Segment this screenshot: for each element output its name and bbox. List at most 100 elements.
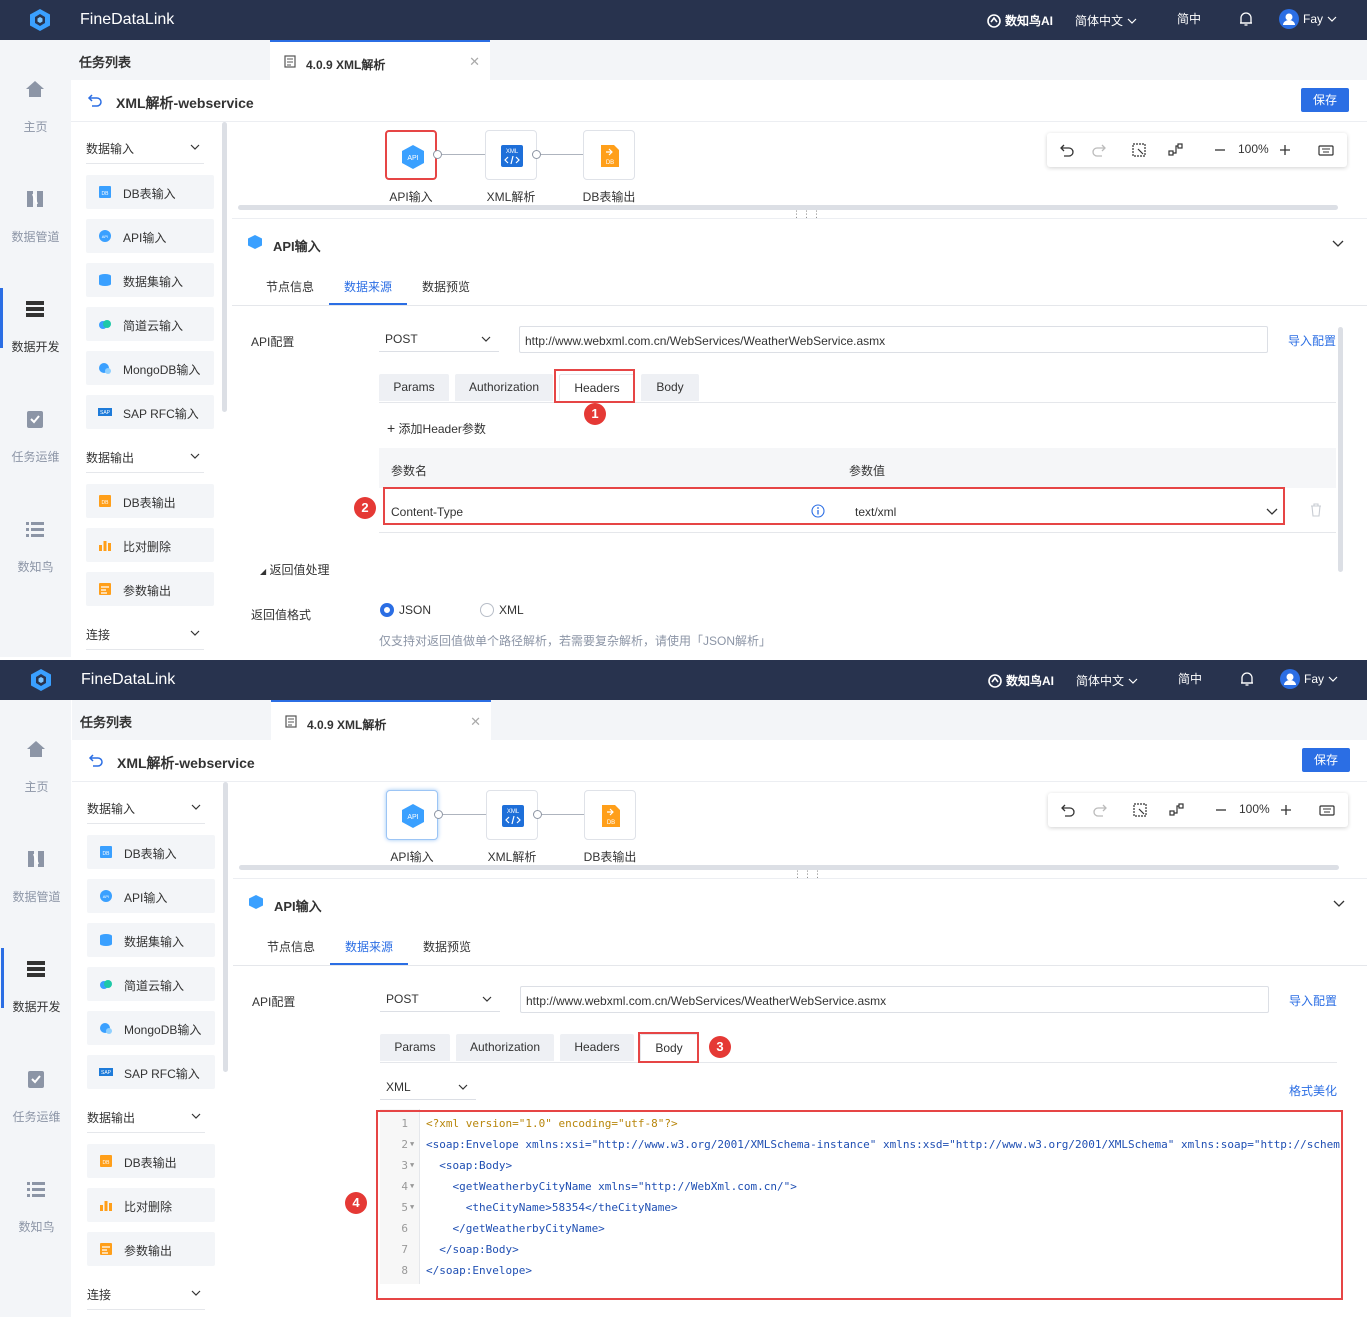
body-type-select[interactable]: XML <box>380 1074 476 1100</box>
tab-xml-parse[interactable]: 4.0.9 XML解析 ✕ <box>270 40 490 80</box>
nav-pipeline[interactable]: 数据管道 <box>1 848 72 958</box>
task-list-tab[interactable]: 任务列表 <box>80 712 132 731</box>
node-port[interactable] <box>434 810 443 819</box>
tab-headers[interactable]: Headers <box>560 1034 634 1061</box>
category-output[interactable]: 数据输出 <box>87 1109 205 1133</box>
component-dataset-input[interactable]: 数据集输入 <box>86 263 214 297</box>
category-output[interactable]: 数据输出 <box>86 449 204 473</box>
component-db-input[interactable]: DB DB表输入 <box>86 175 214 209</box>
save-button[interactable]: 保存 <box>1302 748 1350 772</box>
subtab-preview[interactable]: 数据预览 <box>422 278 470 295</box>
layout-icon[interactable] <box>1169 802 1185 818</box>
language-select[interactable]: 简体中文 <box>1075 12 1137 29</box>
category-input[interactable]: 数据输入 <box>87 800 205 824</box>
node-api-input[interactable]: API <box>386 790 438 840</box>
undo-icon[interactable] <box>1059 142 1075 158</box>
zoom-in-icon[interactable] <box>1278 802 1294 818</box>
bell-icon[interactable] <box>1240 672 1254 687</box>
component-jdy-input[interactable]: 简道云输入 <box>87 967 215 1001</box>
component-mongodb-input[interactable]: MongoDB输入 <box>86 351 214 385</box>
beautify-link[interactable]: 格式美化 <box>1289 1082 1337 1099</box>
panel-scrollbar[interactable] <box>222 122 227 412</box>
category-input[interactable]: 数据输入 <box>86 140 204 164</box>
url-input[interactable]: http://www.webxml.com.cn/WebServices/Wea… <box>519 326 1268 353</box>
canvas-hscrollbar[interactable] <box>239 865 1339 870</box>
zoom-in-icon[interactable] <box>1277 142 1293 158</box>
node-xml-parse[interactable]: XML <box>485 130 537 180</box>
component-api-input[interactable]: API API输入 <box>86 219 214 253</box>
tab-body[interactable]: Body <box>641 374 699 401</box>
ai-assistant-button[interactable]: 数知鸟AI <box>988 672 1054 689</box>
tab-headers[interactable]: Headers <box>559 374 635 401</box>
nav-dev[interactable]: 数据开发 <box>0 288 71 408</box>
return-section-toggle[interactable]: ◢ 返回值处理 <box>260 561 330 578</box>
select-area-icon[interactable] <box>1132 802 1148 818</box>
back-icon[interactable] <box>88 752 104 768</box>
bell-icon[interactable] <box>1239 12 1253 27</box>
node-port[interactable] <box>533 810 542 819</box>
component-db-output[interactable]: DB DB表输出 <box>87 1144 215 1178</box>
nav-ops[interactable]: 任务运维 <box>1 1068 72 1178</box>
redo-icon[interactable] <box>1092 802 1108 818</box>
nav-home[interactable]: 主页 <box>0 78 71 188</box>
method-select[interactable]: POST <box>379 326 499 352</box>
node-port[interactable] <box>433 150 442 159</box>
save-button[interactable]: 保存 <box>1301 88 1349 112</box>
chevron-down-icon[interactable] <box>1333 897 1345 909</box>
component-compare-delete[interactable]: 比对删除 <box>87 1188 215 1222</box>
fold-icon[interactable]: ▼ <box>410 1203 418 1211</box>
import-config-link[interactable]: 导入配置 <box>1289 992 1337 1009</box>
user-menu[interactable]: Fay <box>1279 9 1337 29</box>
keyboard-icon[interactable] <box>1319 802 1335 818</box>
component-param-output[interactable]: 参数输出 <box>87 1232 215 1266</box>
user-menu[interactable]: Fay <box>1280 669 1338 689</box>
node-db-output[interactable]: DB <box>583 130 635 180</box>
panel-scrollbar[interactable] <box>223 782 228 1072</box>
component-jdy-input[interactable]: 简道云输入 <box>86 307 214 341</box>
component-mongodb-input[interactable]: MongoDB输入 <box>87 1011 215 1045</box>
info-icon[interactable] <box>811 504 825 518</box>
node-api-input[interactable]: API <box>385 130 437 180</box>
nav-ops[interactable]: 任务运维 <box>0 408 71 518</box>
canvas-hscrollbar[interactable] <box>238 205 1338 210</box>
node-xml-parse[interactable]: XML <box>486 790 538 840</box>
component-dataset-input[interactable]: 数据集输入 <box>87 923 215 957</box>
add-header-button[interactable]: + 添加Header参数 <box>387 420 486 437</box>
select-area-icon[interactable] <box>1131 142 1147 158</box>
component-param-output[interactable]: 参数输出 <box>86 572 214 606</box>
component-api-input[interactable]: API API输入 <box>87 879 215 913</box>
import-config-link[interactable]: 导入配置 <box>1288 332 1336 349</box>
zoom-out-icon[interactable] <box>1212 142 1228 158</box>
chevron-down-icon[interactable] <box>1332 237 1344 249</box>
tab-params[interactable]: Params <box>380 1034 450 1061</box>
lang-short-toggle[interactable]: 简中 <box>1178 670 1202 687</box>
component-db-input[interactable]: DB DB表输入 <box>87 835 215 869</box>
trash-icon[interactable] <box>1309 503 1323 517</box>
category-connect[interactable]: 连接 <box>87 1286 205 1310</box>
back-icon[interactable] <box>87 92 103 108</box>
node-port[interactable] <box>532 150 541 159</box>
code-editor[interactable]: 1 2 ▼ 3 ▼ 4 ▼ 5 ▼ 6 7 8 <?xml version="1.0" … <box>380 1109 1343 1284</box>
fold-icon[interactable]: ▼ <box>410 1140 418 1148</box>
tab-params[interactable]: Params <box>379 374 449 401</box>
header-value-cell[interactable]: text/xml <box>855 505 896 519</box>
nav-bird[interactable]: 数知鸟 <box>1 1178 72 1288</box>
subtab-data-source[interactable]: 数据来源 <box>345 938 393 955</box>
nav-pipeline[interactable]: 数据管道 <box>0 188 71 298</box>
component-db-output[interactable]: DB DB表输出 <box>86 484 214 518</box>
close-icon[interactable]: ✕ <box>469 54 480 70</box>
keyboard-icon[interactable] <box>1318 142 1334 158</box>
radio-xml[interactable] <box>480 603 494 617</box>
tab-authorization[interactable]: Authorization <box>456 1034 554 1061</box>
tab-body[interactable]: Body <box>640 1034 698 1061</box>
layout-icon[interactable] <box>1168 142 1184 158</box>
node-db-output[interactable]: DB <box>584 790 636 840</box>
category-connect[interactable]: 连接 <box>86 626 204 650</box>
zoom-out-icon[interactable] <box>1213 802 1229 818</box>
redo-icon[interactable] <box>1091 142 1107 158</box>
subtab-preview[interactable]: 数据预览 <box>423 938 471 955</box>
tab-xml-parse[interactable]: 4.0.9 XML解析 ✕ <box>271 700 491 740</box>
language-select[interactable]: 简体中文 <box>1076 672 1138 689</box>
fold-icon[interactable]: ▼ <box>410 1161 418 1169</box>
component-compare-delete[interactable]: 比对删除 <box>86 528 214 562</box>
